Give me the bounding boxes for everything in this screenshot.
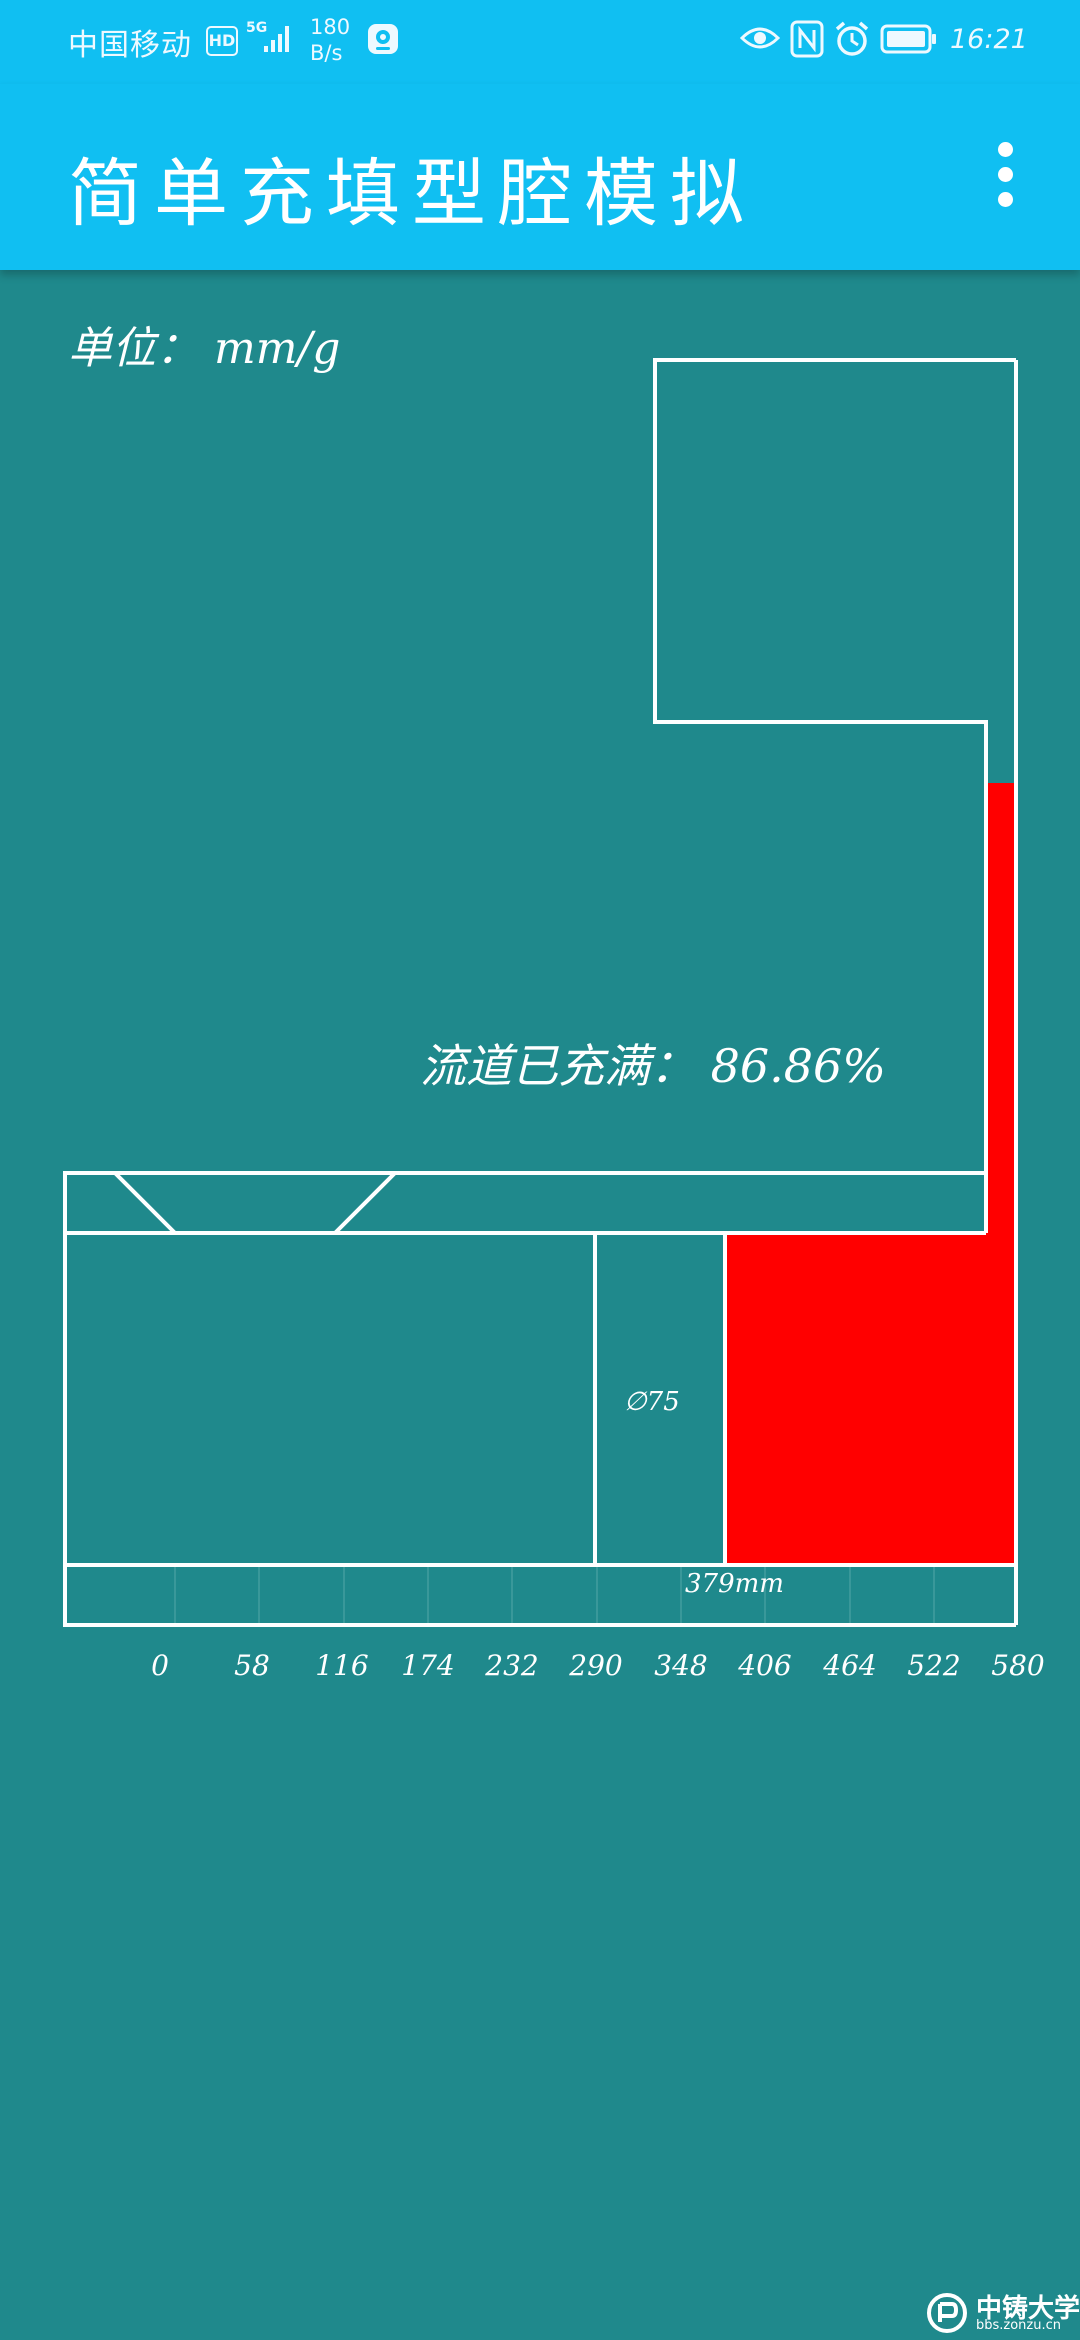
gate-trapezoid	[113, 1171, 397, 1235]
ruler-tick-label: 290	[568, 1649, 622, 1682]
watermark-logo-icon	[927, 2293, 967, 2333]
length-label: 379mm	[685, 1569, 784, 1599]
ruler-tick-label: 406	[737, 1649, 791, 1682]
watermark: 中铸大学 bbs.zonzu.cn	[922, 2288, 1080, 2336]
ruler-tick-label: 174	[401, 1649, 454, 1682]
cavity-fill	[725, 1233, 1016, 1565]
cavity-diagram: 流道已充满： 86.86% ∅75 379mm 0 58 116 174 232…	[63, 358, 1045, 1682]
ruler-tick-label: 0	[151, 1649, 169, 1682]
watermark-url: bbs.zonzu.cn	[976, 2318, 1062, 2333]
runner-fill	[986, 783, 1016, 1233]
fill-status-label: 流道已充满： 86.86%	[420, 1039, 886, 1093]
ruler-grid	[174, 1567, 935, 1623]
ruler-tick-label: 58	[234, 1649, 270, 1682]
sprue-box	[653, 358, 1016, 1233]
ruler-tick-label: 232	[484, 1649, 538, 1682]
ruler-tick-label: 348	[654, 1649, 707, 1682]
diameter-label: ∅75	[624, 1387, 680, 1417]
ruler-tick-label: 464	[822, 1649, 876, 1682]
ruler-labels: 0 58 116 174 232 290 348 406 464 522 580	[151, 1649, 1045, 1682]
ruler-tick-label: 580	[991, 1649, 1044, 1682]
ruler-tick-label: 116	[315, 1649, 368, 1682]
ruler-tick-label: 522	[907, 1649, 960, 1682]
